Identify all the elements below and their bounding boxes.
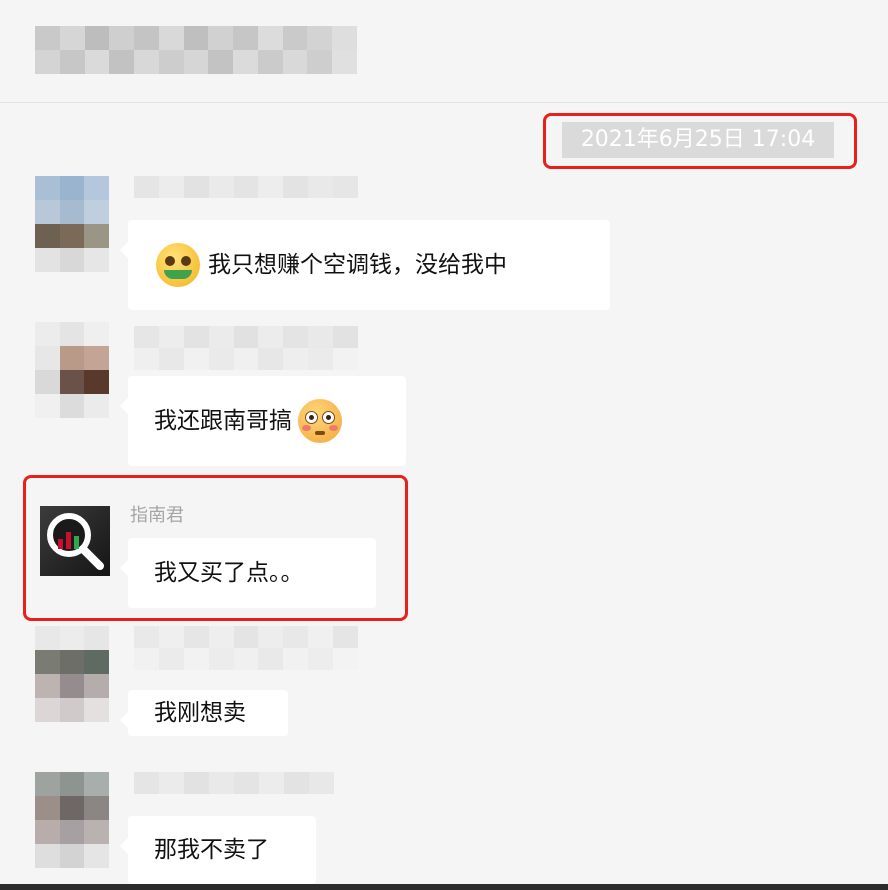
avatar[interactable]: [40, 506, 110, 576]
avatar[interactable]: [35, 626, 109, 722]
avatar[interactable]: [35, 772, 109, 868]
chat-header: [0, 0, 888, 103]
blurred-sender-name: [134, 626, 358, 670]
message-timestamp: 2021年6月25日 17:04: [562, 122, 834, 158]
sender-name: 指南君: [130, 505, 184, 526]
window-bottom-edge: [0, 884, 888, 890]
message-text: 我只想赚个空调钱，没给我中: [208, 251, 507, 278]
message-bubble[interactable]: 我刚想卖: [120, 690, 288, 736]
message-bubble[interactable]: 我又买了点。。: [120, 538, 376, 608]
message-text: 我刚想卖: [154, 699, 246, 726]
blurred-sender-name: [134, 772, 334, 794]
avatar[interactable]: [35, 176, 109, 272]
message-bubble[interactable]: 我只想赚个空调钱，没给我中: [120, 220, 610, 310]
blurred-chat-title: [35, 26, 357, 74]
blurred-sender-name: [134, 326, 358, 370]
flushed-face-icon: [298, 399, 342, 443]
message-bubble[interactable]: 那我不卖了: [120, 816, 316, 884]
message-text: 我还跟南哥搞: [154, 407, 292, 434]
blurred-sender-name: [134, 176, 358, 198]
message-text: 那我不卖了: [154, 836, 269, 863]
magnifier-bar-chart-icon: [47, 513, 104, 570]
money-mouth-face-icon: [156, 243, 200, 287]
message-text: 我又买了点。。: [154, 559, 304, 586]
message-bubble[interactable]: 我还跟南哥搞: [120, 376, 406, 466]
avatar[interactable]: [35, 322, 109, 418]
